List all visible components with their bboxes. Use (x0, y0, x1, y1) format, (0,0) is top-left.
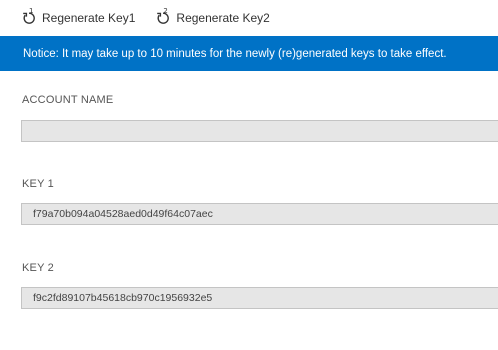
notice-banner: Notice: It may take up to 10 minutes for… (0, 36, 498, 71)
regenerate-key2-label: Regenerate Key2 (176, 11, 270, 25)
key2-field[interactable]: f9c2fd89107b45618cb970c1956932e5 (21, 287, 498, 309)
storage-keys-panel: 1 Regenerate Key1 2 Regenerate Key2 Noti… (0, 0, 498, 350)
regenerate-icon: 2 (156, 7, 170, 25)
key1-label: KEY 1 (22, 178, 54, 190)
regenerate-key1-index: 1 (29, 7, 34, 15)
key2-label: KEY 2 (22, 262, 54, 274)
account-name-field[interactable] (21, 120, 498, 142)
regenerate-key1-label: Regenerate Key1 (42, 11, 136, 25)
regenerate-icon: 1 (22, 7, 36, 25)
account-name-label: ACCOUNT NAME (22, 94, 114, 106)
regenerate-key2-index: 2 (163, 7, 168, 15)
key1-field[interactable]: f79a70b094a04528aed0d49f64c07aec (21, 203, 498, 225)
regenerate-key2-button[interactable]: 2 Regenerate Key2 (156, 6, 270, 30)
toolbar: 1 Regenerate Key1 2 Regenerate Key2 (0, 0, 498, 36)
regenerate-key1-button[interactable]: 1 Regenerate Key1 (22, 6, 135, 30)
